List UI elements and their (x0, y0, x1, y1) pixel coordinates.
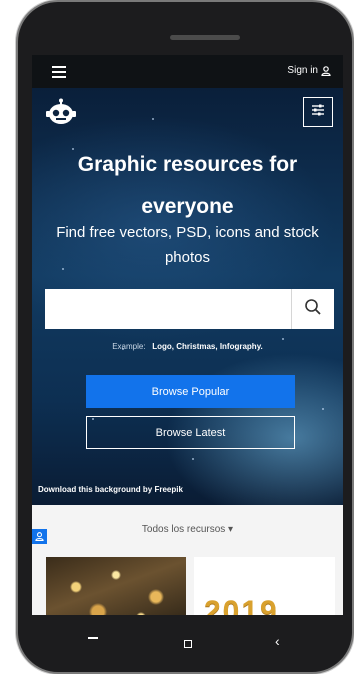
example-label: Example: (112, 342, 146, 351)
hero-headline: Graphic resources for everyone (32, 144, 343, 228)
filters-button[interactable] (303, 97, 333, 127)
user-icon (321, 65, 331, 76)
sign-in-link[interactable]: Sign in (287, 65, 331, 76)
resources-section: Todos los recursos ▾ 2019 (32, 505, 343, 615)
hero-section: Graphic resources for everyone Find free… (32, 88, 343, 505)
browse-latest-button[interactable]: Browse Latest (86, 416, 295, 449)
headline-line-1: Graphic resources for (77, 153, 298, 176)
speaker-grille (170, 35, 240, 40)
sliders-icon (311, 103, 325, 121)
search-bar (45, 289, 334, 329)
sign-in-label: Sign in (287, 65, 318, 76)
square-icon[interactable] (184, 640, 192, 648)
search-button[interactable] (291, 289, 334, 329)
hamburger-icon[interactable] (52, 66, 66, 78)
example-terms[interactable]: Logo, Christmas, Infography. (152, 342, 263, 351)
browse-popular-button[interactable]: Browse Popular (86, 375, 295, 408)
hero-subheading: Find free vectors, PSD, icons and stock … (56, 224, 319, 266)
resource-thumbnail-bokeh[interactable] (46, 557, 186, 615)
android-nav-bar: ‹ (32, 615, 343, 670)
screen: Sign in Graphic resources for everyone F… (32, 55, 343, 615)
chevron-left-icon[interactable]: ‹ (275, 633, 280, 649)
top-nav-bar: Sign in (32, 55, 343, 88)
resources-dropdown[interactable]: Todos los recursos ▾ (32, 524, 343, 535)
resource-thumbnail-2019[interactable]: 2019 (194, 557, 335, 615)
thumbnail-2019-text: 2019 (204, 595, 279, 615)
search-examples: Example: Logo, Christmas, Infography. (32, 342, 343, 351)
background-credit[interactable]: Download this background by Freepik (38, 485, 183, 494)
search-icon (304, 298, 322, 321)
search-input[interactable] (45, 289, 291, 329)
back-line-icon[interactable] (88, 637, 98, 639)
freepik-mascot-icon[interactable] (46, 98, 76, 126)
